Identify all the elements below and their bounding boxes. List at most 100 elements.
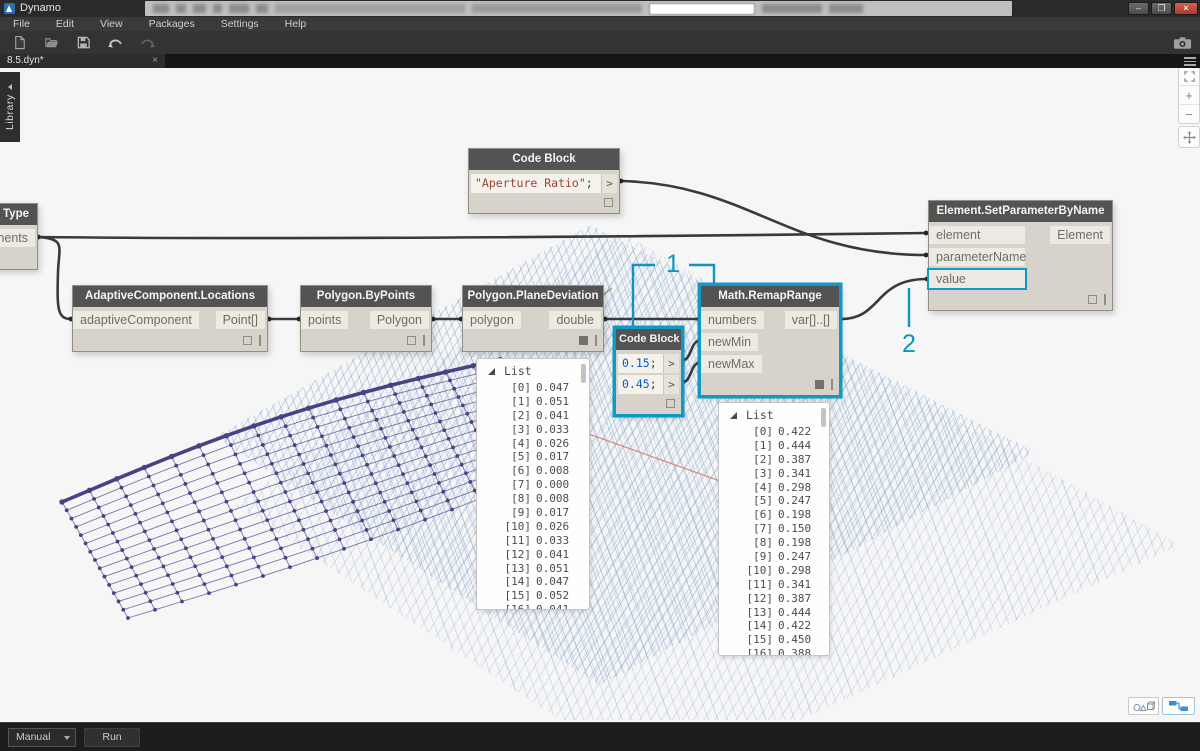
list-expand-icon[interactable]: [730, 411, 737, 419]
run-button[interactable]: Run: [84, 728, 140, 747]
node-math-remaprange[interactable]: Math.RemapRange numbers var[]..[] newMin new…: [700, 285, 840, 396]
codeblock-expression[interactable]: "Aperture Ratio";: [471, 174, 601, 193]
tab-list-menu-icon[interactable]: [1184, 57, 1196, 66]
node-polygon-planedeviation-title: Polygon.PlaneDeviation: [463, 286, 603, 307]
zoom-fit-button[interactable]: [1179, 67, 1199, 85]
port-out-Point[interactable]: Point[]: [215, 311, 265, 329]
window-maximize-button[interactable]: ❐: [1151, 2, 1172, 15]
list-item: [6] 0.008: [511, 464, 570, 478]
node-codeblock-aperture[interactable]: Code Block "Aperture Ratio"; >: [468, 148, 620, 214]
port-out-var[interactable]: var[]..[]: [784, 311, 837, 329]
preview-toggle-icon[interactable]: [407, 336, 416, 345]
window-close-button[interactable]: ×: [1174, 2, 1198, 15]
lacing-indicator-icon[interactable]: [595, 335, 597, 346]
menu-item-edit[interactable]: Edit: [56, 18, 74, 30]
port-out-double[interactable]: double: [549, 311, 601, 329]
dynamo-logo-icon: [4, 3, 15, 14]
port-in-parameterName[interactable]: parameterName: [929, 248, 1026, 266]
toolbar: [0, 31, 1200, 54]
undo-icon[interactable]: [106, 34, 125, 51]
save-file-icon[interactable]: [74, 34, 93, 51]
port-in-adaptiveComponent[interactable]: adaptiveComponent: [73, 311, 199, 329]
dropdown-caret-icon: [64, 736, 70, 740]
list-item: [16] 0.041: [504, 603, 570, 610]
preview-bubble-list-remapped[interactable]: List [0] 0.422 [1] 0.444 [2] 0.387 [3] 0.341 [4] 0…: [718, 402, 830, 656]
list-item: [7] 0.000: [511, 478, 570, 492]
node-codeblock-range[interactable]: Code Block 0.15; >0.45; >: [615, 328, 682, 415]
list-item: [12] 0.041: [504, 547, 570, 561]
menu-item-packages[interactable]: Packages: [149, 18, 195, 30]
export-workspace-camera-icon[interactable]: [1173, 34, 1192, 51]
port-in-value[interactable]: value: [927, 268, 1027, 290]
preview-bubble-list-deviation[interactable]: List [0] 0.047 [1] 0.051 [2] 0.041 [3] 0.033 [4] 0…: [476, 358, 590, 610]
port-in-numbers[interactable]: numbers: [701, 311, 764, 329]
list-item: [13] 0.051: [504, 561, 570, 575]
node-codeblock-aperture-title: Code Block: [469, 149, 619, 170]
codeblock-expression[interactable]: 0.45;: [618, 375, 663, 394]
list-item: [10] 0.026: [504, 519, 570, 533]
pan-tool-button[interactable]: [1178, 126, 1200, 148]
port-in-polygon[interactable]: polygon: [463, 311, 521, 329]
lacing-indicator-icon[interactable]: [831, 379, 833, 390]
canvas-zoom-panel: + −: [1178, 66, 1200, 124]
node-codeblock-range-title: Code Block: [616, 329, 681, 350]
list-expand-icon[interactable]: [488, 367, 495, 375]
port-out-codeblock-aperture-0[interactable]: >: [601, 174, 617, 193]
menu-item-settings[interactable]: Settings: [221, 18, 259, 30]
node-set-parameter-title: Element.SetParameterByName: [929, 201, 1112, 222]
codeblock-expression[interactable]: 0.15;: [618, 354, 663, 373]
graph-view-toggle-icon[interactable]: [1162, 697, 1195, 715]
preview-toggle-icon[interactable]: [243, 336, 252, 345]
node-set-parameter[interactable]: Element.SetParameterByName element Element…: [927, 200, 1113, 311]
port-out-ments[interactable]: ments: [0, 229, 35, 247]
geometry-view-toggle-icon[interactable]: [1128, 697, 1159, 715]
port-in-element[interactable]: element: [929, 226, 1025, 244]
list-item: [5] 0.017: [511, 450, 570, 464]
run-mode-dropdown[interactable]: Manual: [8, 728, 76, 747]
list-item: [15] 0.450: [746, 633, 812, 647]
port-out-codeblock-range-0[interactable]: >: [663, 354, 679, 373]
lacing-indicator-icon[interactable]: [1104, 294, 1106, 305]
port-in-points[interactable]: points: [301, 311, 349, 329]
preview-toggle-icon[interactable]: [604, 198, 613, 207]
node-polygon-planedeviation[interactable]: Polygon.PlaneDeviation polygon double: [462, 285, 604, 352]
port-in-newMax[interactable]: newMax: [701, 355, 762, 373]
node-math-remaprange-title: Math.RemapRange: [701, 286, 839, 307]
zoom-out-button[interactable]: −: [1179, 104, 1199, 123]
title-bar: Dynamo – ❐ ×: [0, 0, 1200, 17]
tab-close-icon[interactable]: ×: [148, 54, 162, 68]
run-bar: Manual Run: [0, 722, 1200, 751]
node-polygon-bypoints[interactable]: Polygon.ByPoints points Polygon: [300, 285, 432, 352]
preview-toggle-icon[interactable]: [1088, 295, 1097, 304]
menu-item-view[interactable]: View: [100, 18, 123, 30]
list-item: [4] 0.298: [753, 480, 812, 494]
port-in-newMin[interactable]: newMin: [701, 333, 759, 351]
library-panel-collapsed[interactable]: Library: [0, 72, 20, 142]
redo-icon[interactable]: [138, 34, 157, 51]
list-item: [3] 0.033: [511, 422, 570, 436]
port-out-Polygon[interactable]: Polygon: [369, 311, 429, 329]
new-file-icon[interactable]: [10, 34, 29, 51]
zoom-in-button[interactable]: +: [1179, 85, 1199, 104]
preview-toggle-icon[interactable]: [579, 336, 588, 345]
menu-item-file[interactable]: File: [13, 18, 30, 30]
port-out-codeblock-range-1[interactable]: >: [663, 375, 679, 394]
list-item: [10] 0.298: [746, 563, 812, 577]
node-family-type[interactable]: Type ments: [0, 203, 38, 270]
lacing-indicator-icon[interactable]: [259, 335, 261, 346]
preview-toggle-icon[interactable]: [815, 380, 824, 389]
bubble-scrollbar[interactable]: [581, 364, 586, 383]
open-file-icon[interactable]: [42, 34, 61, 51]
menu-item-help[interactable]: Help: [285, 18, 307, 30]
window-minimize-button[interactable]: –: [1128, 2, 1149, 15]
workspace-tab[interactable]: 8.5.dyn*: [0, 54, 165, 68]
node-ac-locations[interactable]: AdaptiveComponent.Locations adaptiveCompo…: [72, 285, 268, 352]
library-label: Library: [4, 94, 16, 130]
preview-toggle-icon[interactable]: [666, 399, 675, 408]
blurred-host-titlebar: [145, 1, 1012, 16]
list-item: [6] 0.198: [753, 508, 812, 522]
lacing-indicator-icon[interactable]: [423, 335, 425, 346]
port-out-Element[interactable]: Element: [1050, 226, 1110, 244]
list-item: [5] 0.247: [753, 494, 812, 508]
bubble-scrollbar[interactable]: [821, 408, 826, 427]
